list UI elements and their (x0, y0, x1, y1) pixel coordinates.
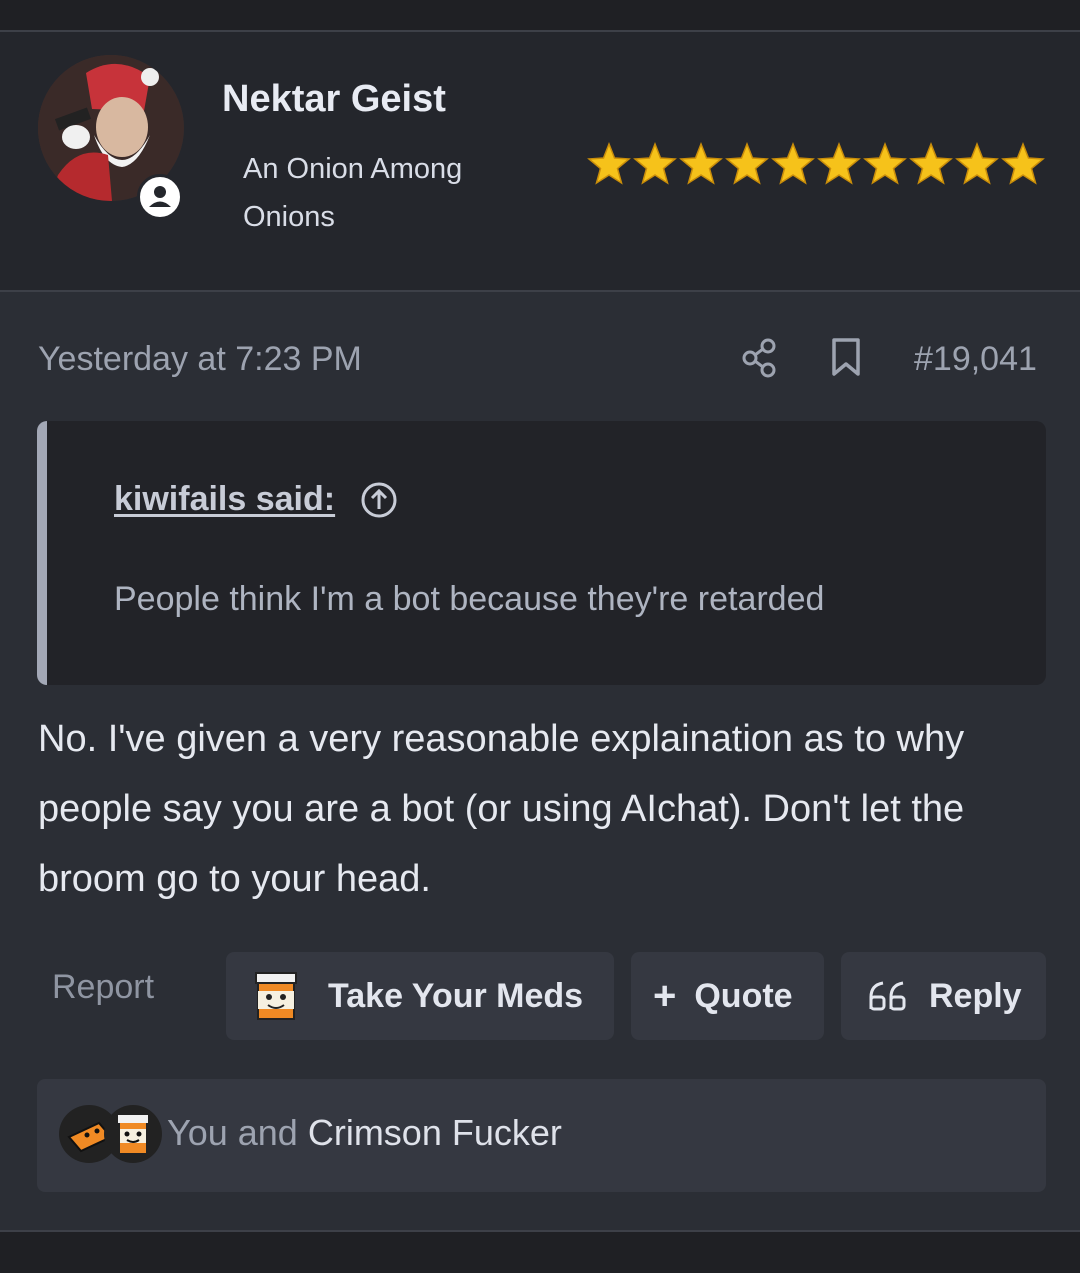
star-icon (771, 141, 815, 185)
reaction-avatar-crimson[interactable] (104, 1105, 162, 1163)
star-icon (863, 141, 907, 185)
reactions-summary[interactable]: You and Crimson Fucker (167, 1112, 562, 1154)
star-icon (587, 141, 631, 185)
user-rating-stars (586, 136, 1046, 192)
star-icon (817, 141, 861, 185)
star-icon (633, 141, 677, 185)
reply-button[interactable]: Reply (841, 952, 1046, 1040)
take-your-meds-label: Take Your Meds (328, 976, 584, 1015)
reactor-name[interactable]: Crimson Fucker (308, 1112, 562, 1153)
quote-button[interactable]: + Quote (631, 952, 824, 1040)
top-bar (0, 0, 1080, 32)
post-message: No. I've given a very reasonable explain… (38, 718, 965, 900)
star-icon (725, 141, 769, 185)
reply-button-label: Reply (929, 976, 1022, 1015)
star-icon (955, 141, 999, 185)
quote-marks-icon (869, 981, 906, 1011)
quote-author-link[interactable]: kiwifails said: (114, 480, 335, 519)
star-icon (909, 141, 953, 185)
quote-block (37, 421, 1046, 685)
username[interactable]: Nektar Geist (222, 78, 446, 121)
reactions-prefix: You and (167, 1112, 308, 1153)
star-icon (679, 141, 723, 185)
quote-text: People think I'm a bot because they're r… (114, 580, 825, 618)
report-link[interactable]: Report (52, 968, 154, 1007)
post-timestamp[interactable]: Yesterday at 7:23 PM (38, 340, 362, 379)
pill-bottle-icon (255, 972, 297, 1020)
online-status-icon (137, 174, 183, 220)
post-number[interactable]: #19,041 (914, 340, 1037, 379)
share-icon[interactable] (740, 336, 780, 380)
quote-button-label: Quote (694, 976, 793, 1015)
bookmark-icon[interactable] (828, 336, 864, 380)
star-icon (1001, 141, 1045, 185)
take-your-meds-reaction-button[interactable]: Take Your Meds (226, 952, 614, 1040)
bottom-bar (0, 1230, 1080, 1273)
plus-icon: + (653, 973, 677, 1018)
jump-to-quote-icon[interactable] (360, 481, 398, 519)
user-title: An Onion Among Onions (243, 153, 463, 233)
